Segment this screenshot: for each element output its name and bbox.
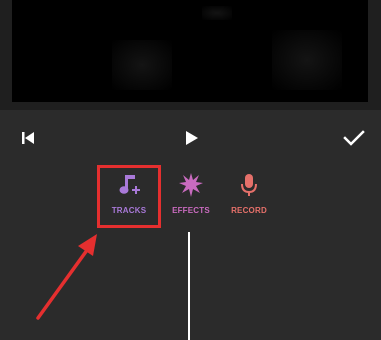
timeline-playhead[interactable] bbox=[188, 232, 190, 340]
video-editor-screen: TRACKS EFFECTS RECORD bbox=[0, 0, 381, 340]
play-icon bbox=[186, 131, 198, 145]
microphone-icon bbox=[234, 170, 264, 200]
tab-tracks[interactable]: TRACKS bbox=[94, 164, 164, 228]
music-note-plus-icon bbox=[114, 170, 144, 200]
sparkle-burst-icon bbox=[176, 170, 206, 200]
preview-area bbox=[0, 0, 381, 110]
skip-to-start-icon bbox=[22, 132, 34, 144]
tab-label: RECORD bbox=[231, 206, 267, 215]
playback-controls bbox=[0, 110, 381, 164]
skip-to-start-button[interactable] bbox=[14, 124, 42, 152]
play-button[interactable] bbox=[177, 124, 205, 152]
checkmark-icon bbox=[343, 130, 365, 146]
video-preview[interactable] bbox=[12, 0, 368, 102]
tab-label: EFFECTS bbox=[172, 206, 210, 215]
tab-record[interactable]: RECORD bbox=[214, 164, 284, 228]
done-button[interactable] bbox=[340, 124, 368, 152]
edit-tabs: TRACKS EFFECTS RECORD bbox=[0, 164, 381, 234]
tab-label: TRACKS bbox=[111, 206, 147, 215]
